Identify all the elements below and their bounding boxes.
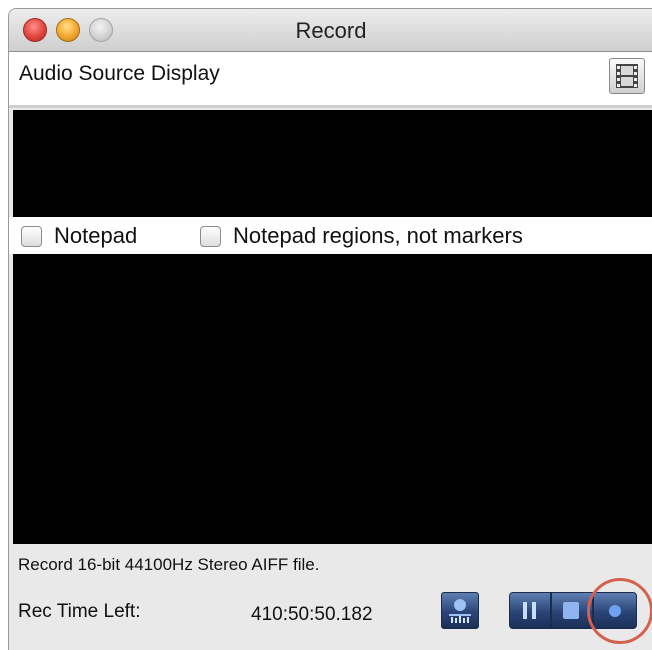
- level-meter-icon: [449, 599, 471, 623]
- stop-icon: [563, 602, 579, 619]
- notepad-options-row: Notepad Notepad regions, not markers: [9, 217, 652, 254]
- window-title: Record: [295, 18, 367, 43]
- record-button-highlight: [587, 578, 652, 644]
- record-window: Record Audio Source Display Notepad Note…: [8, 8, 652, 650]
- film-button[interactable]: [609, 58, 645, 94]
- audio-source-bar: Audio Source Display: [9, 52, 652, 108]
- rec-time-left-value: 410:50:50.182: [251, 604, 373, 625]
- notepad-label: Notepad: [54, 223, 138, 248]
- film-strip-icon: [616, 64, 638, 88]
- audio-source-display: [13, 110, 652, 217]
- title-bar[interactable]: Record: [9, 9, 652, 52]
- notepad-regions-label: Notepad regions, not markers: [233, 223, 523, 248]
- audio-source-label: Audio Source Display: [19, 62, 220, 85]
- rec-time-left-label: Rec Time Left:: [18, 601, 141, 622]
- notepad-regions-checkbox[interactable]: [200, 226, 221, 247]
- notepad-checkbox[interactable]: [21, 226, 42, 247]
- pause-icon: [523, 602, 536, 619]
- record-format-status: Record 16-bit 44100Hz Stereo AIFF file.: [18, 555, 320, 574]
- pause-button[interactable]: [509, 592, 551, 629]
- notepad-display: [13, 254, 652, 544]
- level-meter-button[interactable]: [441, 592, 479, 629]
